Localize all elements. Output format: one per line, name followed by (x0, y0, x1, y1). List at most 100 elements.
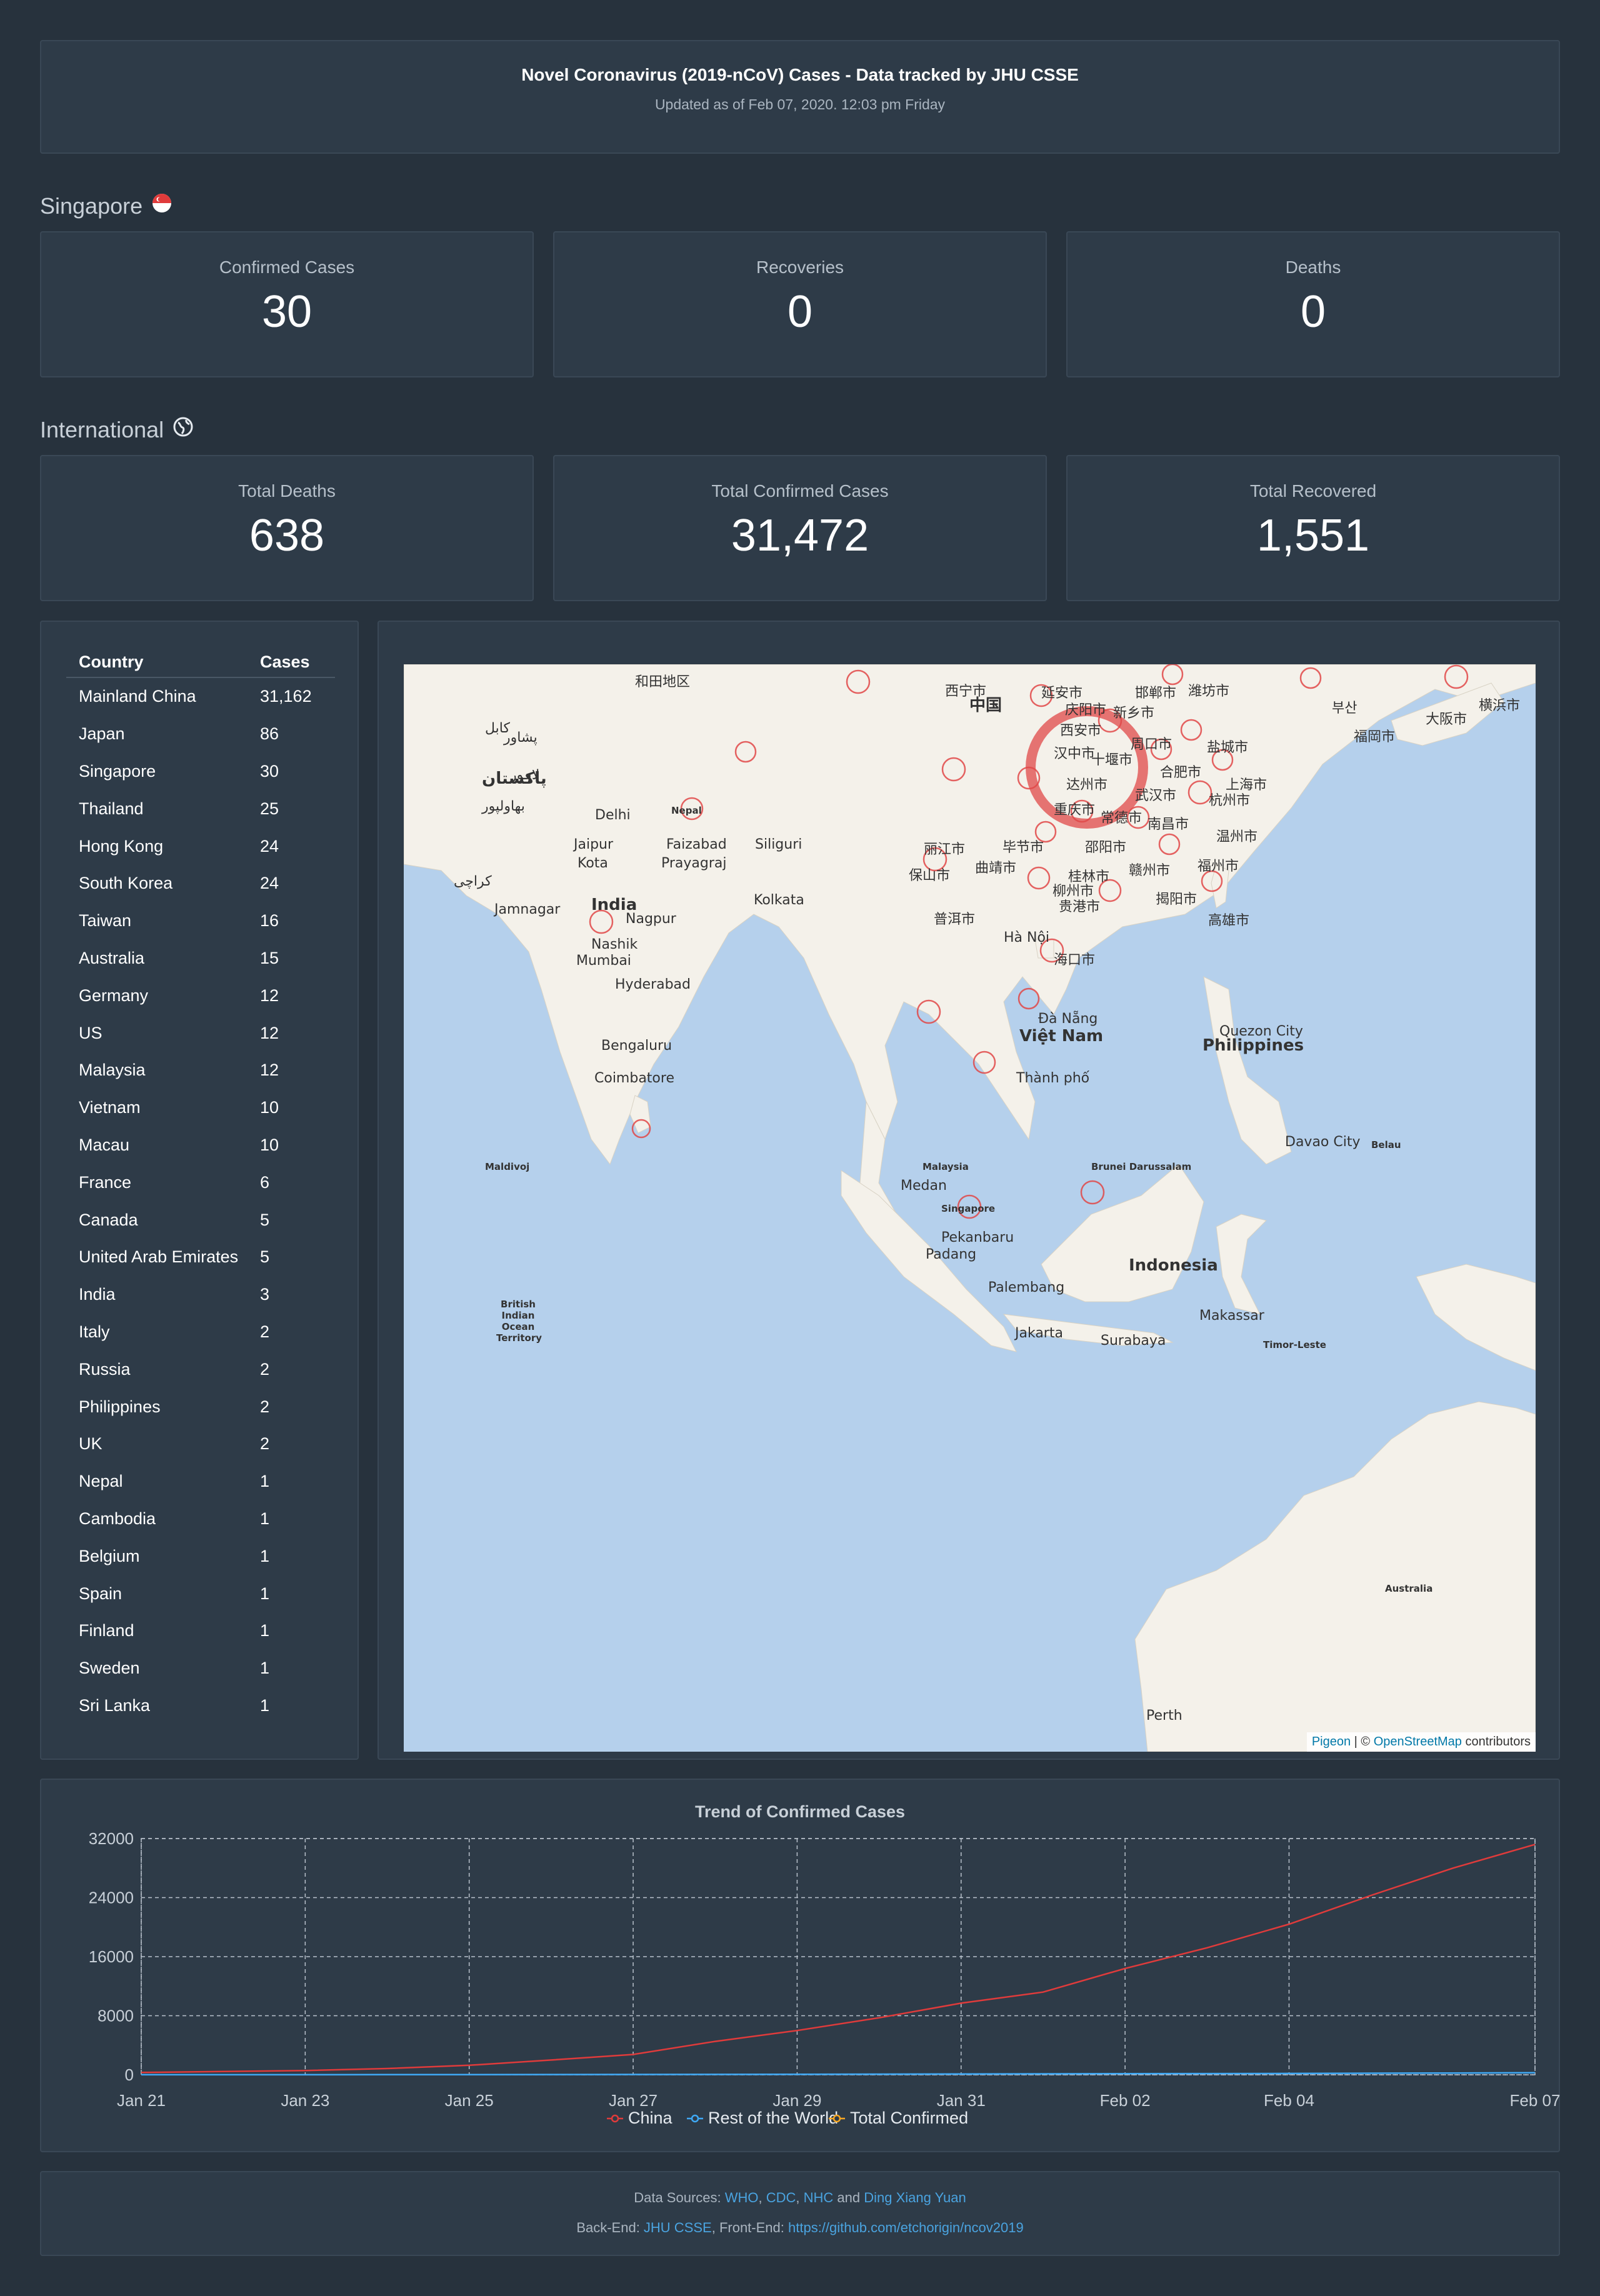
country-cases: 31,162 (260, 687, 312, 706)
table-row: United Arab Emirates 5 (66, 1239, 335, 1276)
map-label: Đà Nẵng (1038, 1011, 1098, 1027)
map-label: Indonesia (1129, 1256, 1218, 1275)
sg-recoveries-card: Recoveries 0 (553, 231, 1047, 377)
footer-panel: Data Sources: WHO, CDC, NHC and Ding Xia… (40, 2171, 1560, 2256)
chart-title: Trend of Confirmed Cases (694, 1802, 906, 1821)
map-label: Hyderabad (615, 977, 691, 992)
map-label: 合肥市 (1160, 765, 1202, 781)
map-panel: 和田地区 西宁市 延安市 邯郸市 潍坊市 庆阳市 新乡市 西安市 周口市 盐城市 汉中市 十堰市 合肥市… (378, 621, 1560, 1760)
map-label: 保山市 (909, 868, 951, 884)
map-label: Surabaya (1101, 1333, 1166, 1349)
country-cases: 2 (260, 1434, 270, 1454)
singapore-section-title: Singapore (40, 192, 172, 219)
country-name: Italy (79, 1322, 110, 1341)
osm-link[interactable]: OpenStreetMap (1374, 1735, 1462, 1749)
who-link[interactable]: WHO (725, 2190, 759, 2205)
map-label: 邯郸市 (1135, 686, 1177, 701)
series-line (141, 1842, 1535, 2072)
country-cases: 12 (260, 986, 279, 1005)
x-tick-label: Jan 29 (772, 2091, 821, 2110)
country-cases: 86 (260, 724, 279, 744)
table-row: UK 2 (66, 1425, 335, 1463)
trend-chart-panel: Trend of Confirmed Cases 0 8000 16000 24000… (40, 1779, 1560, 2152)
map-label: Perth (1146, 1708, 1182, 1724)
stat-value: 30 (261, 287, 312, 337)
country-name: Macau (79, 1135, 130, 1154)
table-row: Singapore 30 (66, 753, 335, 791)
map-label: Nepal (671, 805, 702, 816)
table-row: France 6 (66, 1164, 335, 1201)
country-cases: 1 (260, 1621, 270, 1640)
nhc-link[interactable]: NHC (804, 2190, 834, 2205)
table-row: Cambodia 1 (66, 1500, 335, 1538)
table-row: Canada 5 (66, 1201, 335, 1239)
map-label: Padang (926, 1247, 977, 1262)
country-name: South Korea (79, 874, 173, 893)
page-title: Novel Coronavirus (2019-nCoV) Cases - Da… (521, 65, 1079, 84)
map-label: 贵港市 (1059, 899, 1101, 915)
country-name: Nepal (79, 1472, 123, 1491)
map-label: 부산 (1332, 701, 1358, 716)
map-label: Jaipur (574, 837, 614, 852)
table-row: India 3 (66, 1276, 335, 1314)
country-cases: 12 (260, 1023, 279, 1042)
jhu-csse-link[interactable]: JHU CSSE (644, 2220, 712, 2235)
country-column-header: Country (66, 647, 248, 678)
table-row: Japan 86 (66, 716, 335, 753)
country-cases: 6 (260, 1172, 270, 1192)
country-name: Canada (79, 1210, 138, 1229)
stat-value: 638 (249, 511, 325, 561)
x-tick-label: Feb 04 (1264, 2091, 1314, 2110)
map-label: Jamnagar (494, 902, 561, 917)
country-cases: 3 (260, 1285, 270, 1304)
international-title: International (40, 416, 164, 442)
y-tick-label: 16000 (89, 1947, 134, 1966)
country-name: Hong Kong (79, 836, 164, 856)
map-label: لاہور (510, 767, 540, 783)
country-cases: 2 (260, 1322, 270, 1341)
map-label: Australia (1385, 1583, 1433, 1594)
map-label: Makassar (1199, 1308, 1264, 1324)
table-row: US 12 (66, 1014, 335, 1052)
cdc-link[interactable]: CDC (766, 2190, 796, 2205)
country-cases: 12 (260, 1061, 279, 1080)
map-label: 汉中市 (1054, 746, 1096, 762)
map-label: 新乡市 (1113, 706, 1155, 721)
globe-icon (172, 416, 194, 443)
case-map[interactable]: 和田地区 西宁市 延安市 邯郸市 潍坊市 庆阳市 新乡市 西安市 周口市 盐城市 汉中市 十堰市 合肥市… (404, 664, 1536, 1752)
country-cases: 10 (260, 1098, 279, 1117)
map-label: 南昌市 (1148, 817, 1189, 832)
stat-value: 0 (1300, 287, 1326, 337)
map-label: 赣州市 (1129, 863, 1171, 879)
stat-label: Total Recovered (1249, 481, 1377, 501)
github-link[interactable]: https://github.com/etchorigin/ncov2019 (788, 2220, 1024, 2235)
y-tick-label: 0 (125, 2065, 134, 2084)
dxy-link[interactable]: Ding Xiang Yuan (864, 2190, 966, 2205)
country-cases: 1 (260, 1546, 270, 1565)
comma-sep: , (758, 2190, 766, 2205)
map-label: 重庆市 (1054, 802, 1096, 818)
country-name: Cambodia (79, 1509, 156, 1528)
stat-label: Confirmed Cases (219, 257, 355, 277)
table-row: Thailand 25 (66, 790, 335, 827)
map-label: Maldivoj (485, 1161, 530, 1172)
pigeon-link[interactable]: Pigeon (1312, 1735, 1351, 1749)
map-label: 揭阳市 (1156, 892, 1198, 907)
singapore-flag-icon (151, 192, 172, 219)
stat-value: 0 (787, 287, 813, 337)
legend-swatch-marker (832, 2114, 841, 2123)
map-label: 潍坊市 (1188, 684, 1230, 699)
and-word: and (833, 2190, 864, 2205)
header-panel: Novel Coronavirus (2019-nCoV) Cases - Da… (40, 40, 1560, 154)
map-label: British Indian Ocean Territory (496, 1299, 542, 1344)
country-name: Australia (79, 948, 145, 967)
attribution-sep: | © (1351, 1735, 1374, 1749)
table-row: Spain 1 (66, 1575, 335, 1612)
map-label: 海口市 (1054, 952, 1096, 968)
table-row: Germany 12 (66, 977, 335, 1014)
country-name: Vietnam (79, 1098, 141, 1117)
table-row: Macau 10 (66, 1127, 335, 1164)
map-label: 福岡市 (1354, 729, 1396, 745)
map-label: Belau (1371, 1139, 1401, 1150)
map-label: بھاولپور (482, 799, 525, 814)
